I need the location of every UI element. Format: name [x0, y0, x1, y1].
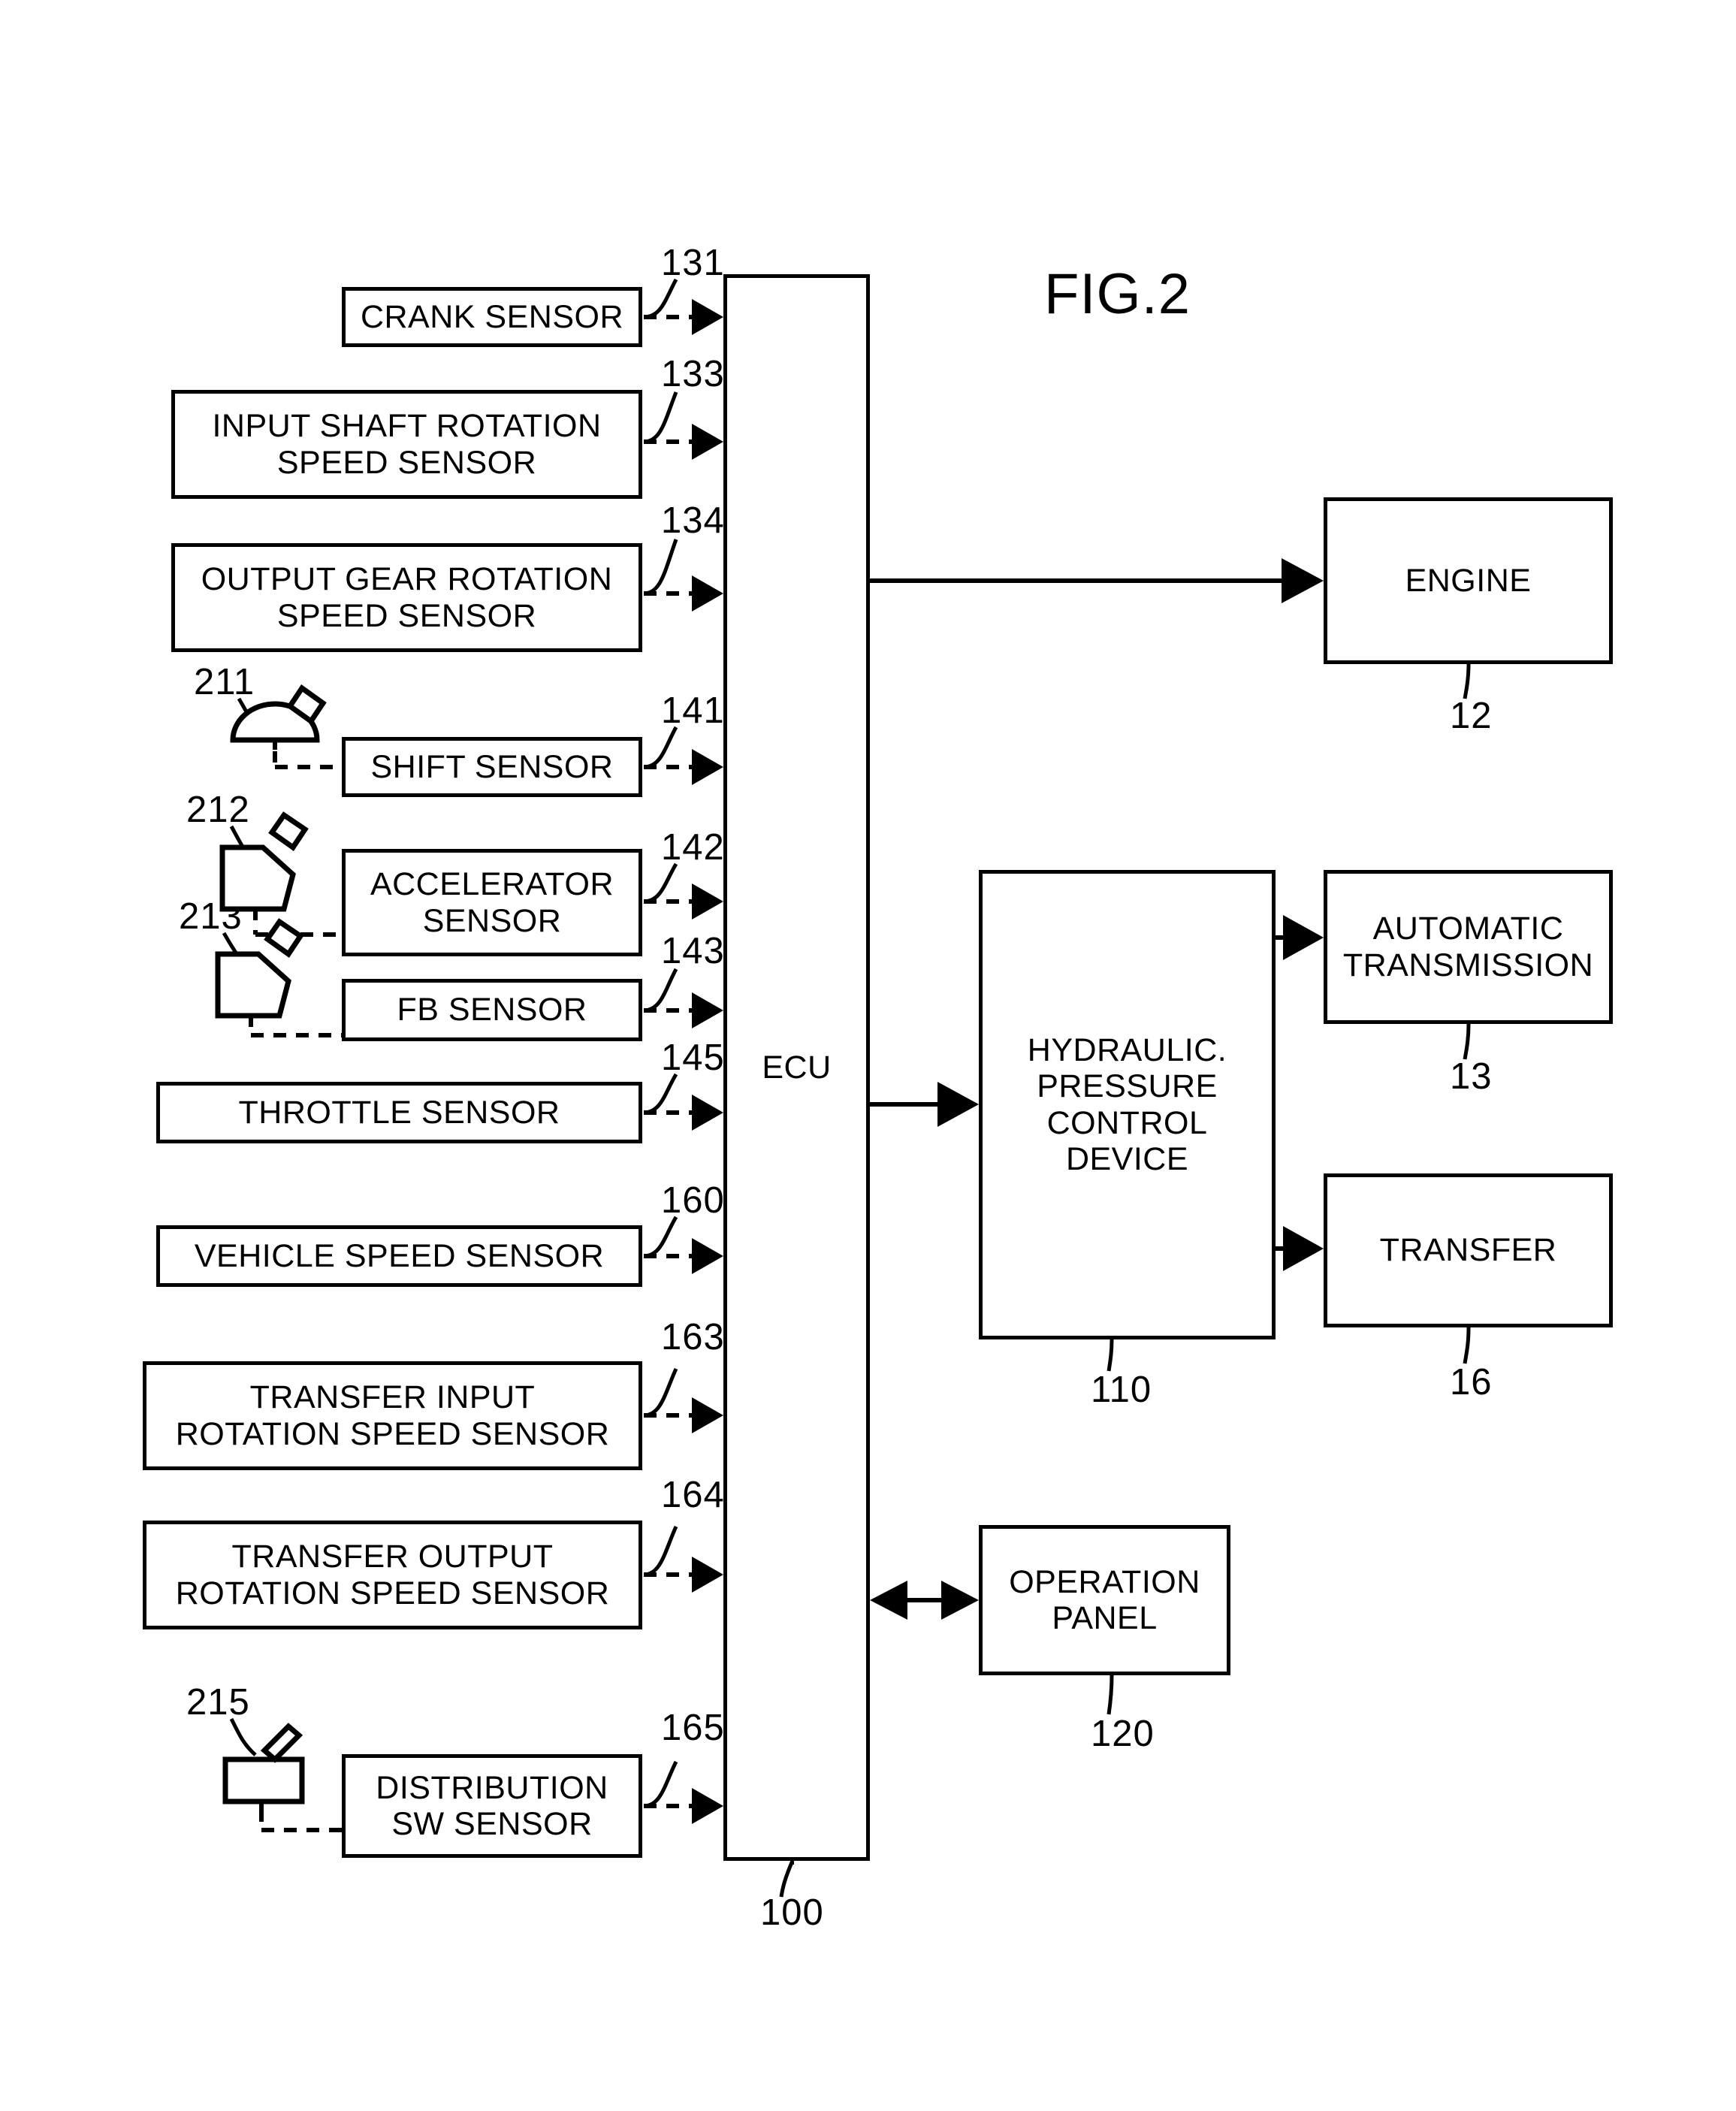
signal-line-fb-sensor-to-ecu	[644, 992, 723, 1028]
refnum-211: 211	[194, 662, 255, 702]
leader-142	[643, 862, 678, 904]
signal-line-transfer-output-sensor-to-ecu	[644, 1557, 723, 1593]
refnum-16: 16	[1450, 1362, 1493, 1403]
ecu-box[interactable]: ECU	[723, 274, 870, 1861]
sensor-box-accelerator-sensor[interactable]: ACCELERATOR SENSOR	[342, 849, 642, 956]
sensor-box-output-gear-rotation-speed-sensor[interactable]: OUTPUT GEAR ROTATION SPEED SENSOR	[171, 543, 642, 652]
actuator-box-automatic-transmission[interactable]: AUTOMATIC TRANSMISSION	[1324, 870, 1613, 1024]
leader-12	[1463, 663, 1471, 699]
figure-title: FIG.2	[1044, 262, 1191, 326]
refnum-160: 160	[661, 1180, 725, 1221]
sensor-box-input-shaft-rotation-speed-sensor[interactable]: INPUT SHAFT ROTATION SPEED SENSOR	[171, 390, 642, 499]
refnum-110: 110	[1091, 1370, 1152, 1410]
refnum-143: 143	[661, 931, 725, 971]
actuator-box-engine[interactable]: ENGINE	[1324, 497, 1613, 664]
leader-134	[643, 539, 678, 596]
signal-line-shift-sensor-to-ecu	[644, 749, 723, 785]
refnum-12: 12	[1450, 696, 1493, 736]
control-line-ecu-to-engine	[870, 558, 1324, 603]
link-distribution-switch-to-distribution-sw-sensor	[259, 1811, 342, 1832]
sensor-box-crank-sensor[interactable]: CRANK SENSOR	[342, 287, 642, 347]
link-accelerator-pedal-to-accelerator-sensor	[253, 909, 342, 937]
leader-145	[643, 1073, 678, 1115]
distribution-switch-icon	[222, 1723, 305, 1811]
refnum-120: 120	[1091, 1714, 1155, 1754]
refnum-100: 100	[760, 1892, 824, 1933]
leader-165	[643, 1760, 678, 1808]
leader-141	[643, 726, 678, 769]
refnum-131: 131	[661, 243, 725, 283]
signal-line-throttle-sensor-to-ecu	[644, 1095, 723, 1131]
sensor-box-transfer-input-rotation-speed-sensor[interactable]: TRANSFER INPUT ROTATION SPEED SENSOR	[143, 1361, 642, 1470]
signal-line-output-gear-sensor-to-ecu	[644, 575, 723, 612]
refnum-133: 133	[661, 354, 725, 394]
signal-line-distribution-sw-sensor-to-ecu	[644, 1788, 723, 1824]
signal-line-crank-sensor-to-ecu	[644, 299, 723, 335]
refnum-145: 145	[661, 1037, 725, 1078]
refnum-215: 215	[186, 1682, 250, 1723]
control-line-hydraulic-to-automatic-transmission	[1276, 915, 1324, 960]
leader-131	[643, 278, 678, 319]
leader-163	[643, 1367, 678, 1418]
signal-line-vehicle-speed-sensor-to-ecu	[644, 1238, 723, 1274]
leader-13	[1463, 1023, 1471, 1060]
signal-line-accelerator-sensor-to-ecu	[644, 883, 723, 920]
control-line-ecu-to-hydraulic-pressure-control-device	[870, 1082, 979, 1127]
refnum-142: 142	[661, 827, 725, 868]
refnum-13: 13	[1450, 1056, 1493, 1097]
refnum-212: 212	[186, 790, 250, 830]
control-line-hydraulic-to-transfer	[1276, 1226, 1324, 1271]
sensor-box-distribution-sw-sensor[interactable]: DISTRIBUTION SW SENSOR	[342, 1754, 642, 1858]
actuator-box-hydraulic-pressure-control-device[interactable]: HYDRAULIC. PRESSURE CONTROL DEVICE	[979, 870, 1276, 1339]
leader-160	[643, 1216, 678, 1258]
sensor-box-transfer-output-rotation-speed-sensor[interactable]: TRANSFER OUTPUT ROTATION SPEED SENSOR	[143, 1521, 642, 1629]
refnum-134: 134	[661, 500, 725, 541]
refnum-165: 165	[661, 1708, 725, 1748]
leader-133	[643, 391, 678, 444]
actuator-box-operation-panel[interactable]: OPERATION PANEL	[979, 1525, 1230, 1675]
link-brake-pedal-to-fb-sensor	[249, 1016, 342, 1037]
leader-215	[229, 1717, 257, 1756]
sensor-box-throttle-sensor[interactable]: THROTTLE SENSOR	[156, 1082, 642, 1143]
actuator-box-transfer[interactable]: TRANSFER	[1324, 1173, 1613, 1327]
leader-16	[1463, 1327, 1471, 1364]
leader-143	[643, 968, 678, 1013]
sensor-box-fb-sensor[interactable]: FB SENSOR	[342, 979, 642, 1041]
leader-164	[643, 1525, 678, 1577]
patent-figure-page: FIG.2 CRANK SENSOR INPUT SHAFT ROTATION …	[0, 0, 1736, 2111]
refnum-164: 164	[661, 1475, 725, 1515]
refnum-163: 163	[661, 1317, 725, 1358]
signal-line-transfer-input-sensor-to-ecu	[644, 1397, 723, 1433]
link-shift-lever-to-shift-sensor	[273, 751, 342, 769]
leader-120	[1107, 1675, 1114, 1715]
bidirectional-line-ecu-to-operation-panel	[870, 1581, 979, 1620]
sensor-box-shift-sensor[interactable]: SHIFT SENSOR	[342, 737, 642, 797]
signal-line-input-shaft-sensor-to-ecu	[644, 424, 723, 460]
leader-110	[1107, 1339, 1114, 1372]
sensor-box-vehicle-speed-sensor[interactable]: VEHICLE SPEED SENSOR	[156, 1225, 642, 1287]
refnum-141: 141	[661, 690, 725, 731]
